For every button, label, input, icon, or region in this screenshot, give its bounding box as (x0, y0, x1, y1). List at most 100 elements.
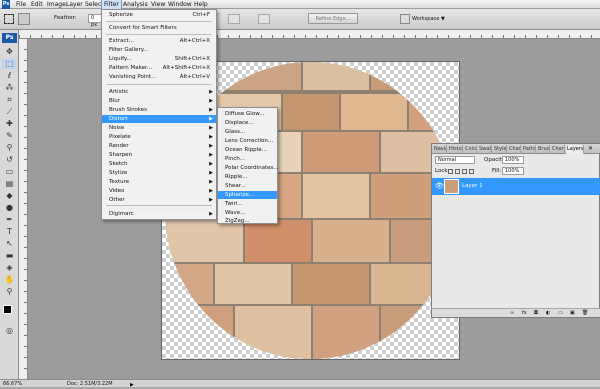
tab-layers[interactable]: Layers (566, 145, 584, 154)
opacity-input[interactable]: 100% (502, 156, 524, 164)
slice-tool-icon[interactable]: ⟋ (2, 107, 17, 117)
filter-menu-item-digimarc[interactable]: Digimarc ▶ (102, 210, 216, 218)
quick-mask-icon[interactable]: ◎ (2, 326, 17, 336)
distort-item-zigzag[interactable]: ZigZag... (218, 217, 277, 225)
tab-paths[interactable]: Paths (522, 145, 536, 154)
panel-close-icon[interactable]: ✕ (588, 145, 593, 153)
status-arrow-icon[interactable]: ▶ (130, 381, 134, 389)
clone-stamp-icon[interactable]: ⚲ (2, 143, 17, 153)
tab-character[interactable]: Char (508, 145, 521, 154)
distort-item-wave[interactable]: Wave... (218, 209, 277, 217)
blur-tool-icon[interactable]: ◆ (2, 191, 17, 201)
menu-filter[interactable]: Filter (101, 0, 122, 10)
foreground-color-swatch[interactable] (3, 305, 12, 314)
filter-menu-item-filter-gallery[interactable]: Filter Gallery... (102, 46, 216, 54)
brush-tool-icon[interactable]: ✎ (2, 131, 17, 141)
tab-color[interactable]: Colo (464, 145, 477, 154)
distort-item-twirl[interactable]: Twirl... (218, 200, 277, 208)
distort-item-polar-coordinates[interactable]: Polar Coordinates... (218, 164, 279, 172)
menu-layer[interactable]: Layer (64, 0, 85, 9)
marquee-tool-icon[interactable]: ⬚ (2, 59, 17, 69)
filter-menu-item-spherize[interactable]: Spherize Ctrl+F (102, 11, 216, 19)
filter-menu-item-vanishing-point[interactable]: Vanishing Point... Alt+Ctrl+V (102, 73, 216, 81)
eye-icon[interactable]: 👁 (435, 182, 444, 190)
filter-menu-item-extract[interactable]: Extract... Alt+Ctrl+X (102, 37, 216, 45)
marquee-tool-icon[interactable] (4, 14, 14, 24)
distort-item-shear[interactable]: Shear... (218, 182, 277, 190)
filter-menu-item-noise[interactable]: Noise ▶ (102, 124, 216, 132)
history-brush-icon[interactable]: ↺ (2, 155, 17, 165)
filter-menu-item-render[interactable]: Render ▶ (102, 142, 216, 150)
menu-view[interactable]: View (149, 0, 167, 9)
path-selection-icon[interactable]: ↖ (2, 239, 17, 249)
lasso-tool-icon[interactable]: ℓ (2, 71, 17, 81)
height-field[interactable] (258, 14, 270, 24)
filter-menu-item-texture[interactable]: Texture ▶ (102, 178, 216, 186)
filter-menu-item-stylize[interactable]: Stylize ▶ (102, 169, 216, 177)
distort-item-displace[interactable]: Displace... (218, 119, 277, 127)
filter-menu-item-brush-strokes[interactable]: Brush Strokes ▶ (102, 106, 216, 114)
lock-position-icon[interactable] (462, 169, 467, 174)
tab-brushes[interactable]: Brus (537, 145, 550, 154)
move-tool-icon[interactable]: ✥ (2, 47, 17, 57)
filter-menu-item-pixelate[interactable]: Pixelate ▶ (102, 133, 216, 141)
tab-histogram[interactable]: Histo (448, 145, 463, 154)
photoshop-app-icon[interactable]: Ps (2, 0, 10, 9)
filter-menu-item-pattern-maker[interactable]: Pattern Maker... Alt+Shift+Ctrl+X (102, 64, 216, 72)
menu-window[interactable]: Window (166, 0, 194, 9)
lock-all-icon[interactable] (469, 169, 474, 174)
workspace-dropdown[interactable]: Workspace (412, 16, 439, 22)
trash-icon[interactable]: 🗑 (582, 310, 588, 316)
type-tool-icon[interactable]: T (2, 227, 17, 237)
layer-style-icon[interactable]: fx (522, 310, 527, 316)
link-layers-icon[interactable]: ∞ (510, 310, 514, 316)
distort-item-ripple[interactable]: Ripple... (218, 173, 277, 181)
adjustment-layer-icon[interactable]: ◐ (546, 310, 550, 316)
refine-edge-button[interactable]: Refine Edge... (308, 13, 358, 24)
menu-analysis[interactable]: Analysis (121, 0, 150, 9)
pen-tool-icon[interactable]: ✒ (2, 215, 17, 225)
lock-transparent-icon[interactable] (448, 169, 453, 174)
distort-item-glass[interactable]: Glass... (218, 128, 277, 136)
filter-menu-item-convert-smart[interactable]: Convert for Smart Filters (102, 24, 216, 32)
menu-edit[interactable]: Edit (29, 0, 45, 9)
distort-item-lens-correction[interactable]: Lens Correction... (218, 137, 277, 145)
3d-tool-icon[interactable]: ◈ (2, 263, 17, 273)
dodge-tool-icon[interactable]: ● (2, 203, 17, 213)
gradient-tool-icon[interactable]: ▤ (2, 179, 17, 189)
filter-menu-item-distort[interactable]: Distort ▶ (102, 115, 216, 123)
new-selection-icon[interactable] (18, 13, 30, 25)
tab-channels[interactable]: Chan (551, 145, 565, 154)
panel-icon[interactable] (400, 14, 410, 24)
blend-mode-select[interactable]: Normal (435, 156, 475, 164)
menu-file[interactable]: File (14, 0, 28, 9)
layer-name[interactable]: Layer 1 (462, 182, 483, 190)
tab-navigator[interactable]: Navig (433, 145, 447, 154)
filter-menu-item-artistic[interactable]: Artistic ▶ (102, 88, 216, 96)
eraser-tool-icon[interactable]: ▭ (2, 167, 17, 177)
filter-menu-item-blur[interactable]: Blur ▶ (102, 97, 216, 105)
layer-row[interactable]: 👁 Layer 1 (432, 178, 600, 195)
new-layer-icon[interactable]: ▣ (570, 310, 575, 316)
width-field[interactable] (228, 14, 240, 24)
feather-input[interactable]: 0 px (88, 14, 102, 28)
filter-menu-item-sharpen[interactable]: Sharpen ▶ (102, 151, 216, 159)
lock-image-icon[interactable] (455, 169, 460, 174)
filter-menu-item-sketch[interactable]: Sketch ▶ (102, 160, 216, 168)
tab-swatches[interactable]: Swat (478, 145, 492, 154)
crop-tool-icon[interactable]: ⌗ (2, 95, 17, 105)
group-folder-icon[interactable]: ▭ (558, 310, 563, 316)
tab-styles[interactable]: Style (493, 145, 507, 154)
layer-mask-icon[interactable]: ◘ (534, 310, 538, 316)
distort-item-diffuse-glow[interactable]: Diffuse Glow... (218, 110, 277, 118)
filter-menu-item-liquify[interactable]: Liquify... Shift+Ctrl+X (102, 55, 216, 63)
shape-tool-icon[interactable]: ▬ (2, 251, 17, 261)
filter-menu-item-other[interactable]: Other ▶ (102, 196, 216, 204)
zoom-tool-icon[interactable]: ⚲ (2, 287, 17, 297)
magic-wand-icon[interactable]: ⁂ (2, 83, 17, 93)
hand-tool-icon[interactable]: ✋ (2, 275, 17, 285)
menu-help[interactable]: Help (192, 0, 210, 9)
healing-brush-icon[interactable]: ✚ (2, 119, 17, 129)
chevron-down-icon[interactable]: ▼ (441, 16, 445, 22)
fill-input[interactable]: 100% (502, 167, 524, 175)
